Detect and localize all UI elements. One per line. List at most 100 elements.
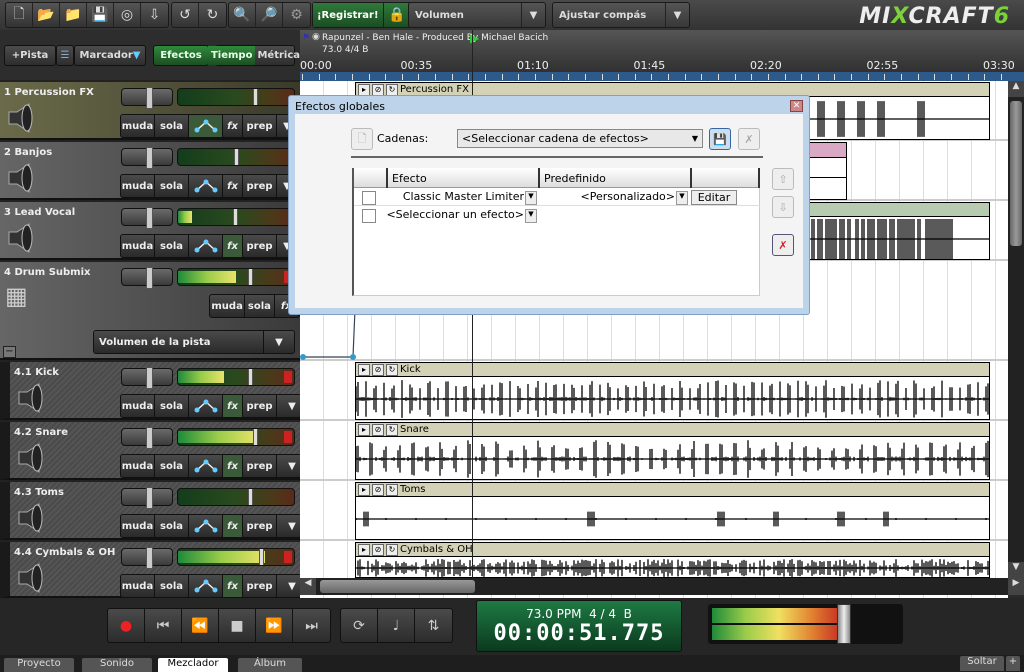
pan-slider[interactable] — [121, 267, 173, 289]
track-name[interactable]: 2 Banjos — [4, 147, 52, 158]
audio-clip[interactable]: ▸ ⊘ ↻ Snare — [355, 422, 990, 480]
track-name[interactable]: 3 Lead Vocal — [4, 207, 75, 218]
fast-forward-icon[interactable]: ⏩ — [256, 609, 293, 642]
rewind-icon[interactable]: ⏪ — [182, 609, 219, 642]
horizontal-scroll-thumb[interactable] — [320, 580, 475, 593]
fx-button[interactable]: fx — [223, 115, 243, 137]
close-icon[interactable]: ✕ — [790, 100, 803, 112]
clip-header[interactable]: ▸ ⊘ ↻ Cymbals & OH — [356, 543, 989, 557]
loop-clip-icon[interactable]: ↻ — [386, 483, 398, 496]
tab-mezclador[interactable]: Mezclador — [158, 658, 228, 672]
solo-button[interactable]: sola — [155, 455, 189, 477]
prep-button[interactable]: prep — [243, 575, 277, 597]
edit-effect-button[interactable]: Editar — [691, 190, 737, 205]
solo-button[interactable]: sola — [155, 395, 189, 417]
effect-enabled-checkbox[interactable] — [362, 209, 376, 223]
tab-album[interactable]: Álbum — [238, 658, 302, 672]
master-volume[interactable] — [708, 604, 903, 644]
delete-chain-icon[interactable]: ✗ — [738, 128, 760, 150]
metric-option[interactable]: Métrica — [255, 50, 302, 61]
automation-icon[interactable] — [189, 175, 223, 197]
pan-slider[interactable] — [121, 547, 173, 569]
punch-icon[interactable]: ⇅ — [415, 609, 452, 642]
go-to-end-icon[interactable]: ⏭ — [293, 609, 330, 642]
track-header[interactable]: 4.3 Toms muda sola fx prep ▼ — [0, 482, 308, 540]
volume-knob[interactable] — [253, 89, 259, 105]
mute-clip-icon[interactable]: ⊘ — [372, 483, 384, 496]
preset-name[interactable]: <Personalizado> — [538, 190, 675, 203]
save-icon[interactable]: 💾 — [87, 3, 114, 27]
solo-button[interactable]: sola — [155, 575, 189, 597]
play-clip-icon[interactable]: ▸ — [358, 83, 370, 96]
clip-header[interactable]: ▸ ⊘ ↻ Snare — [356, 423, 989, 437]
fx-button[interactable]: fx — [223, 575, 243, 597]
volume-knob[interactable] — [247, 269, 253, 285]
zoom-out-icon[interactable]: 🔎 — [256, 3, 283, 27]
undock-button[interactable]: Soltar — [960, 656, 1004, 671]
audio-clip[interactable]: ▸ ⊘ ↻ Kick — [355, 362, 990, 420]
audio-clip[interactable]: ▸ ⊘ ↻ Toms — [355, 482, 990, 540]
fx-button[interactable]: fx — [223, 175, 243, 197]
collapse-icon[interactable]: − — [3, 346, 16, 358]
mute-clip-icon[interactable]: ⊘ — [372, 543, 384, 556]
effects-button[interactable]: Efectos — [153, 45, 209, 66]
zoom-in-icon[interactable]: 🔍 — [229, 3, 256, 27]
snap-dropdown[interactable]: Ajustar compás ▼ — [552, 2, 690, 28]
volume-slider[interactable] — [177, 488, 295, 506]
volume-knob[interactable] — [259, 549, 265, 565]
new-icon[interactable]: 🗋 — [6, 3, 33, 27]
undo-icon[interactable]: ↺ — [172, 3, 199, 27]
automation-icon[interactable] — [189, 395, 223, 417]
track-header[interactable]: 1 Percussion FX muda sola fx prep ▼ — [0, 82, 300, 140]
horizontal-scrollbar[interactable]: ◀ ▶ — [300, 578, 1024, 595]
scroll-down-icon[interactable]: ▼ — [1008, 562, 1024, 578]
solo-button[interactable]: sola — [155, 235, 189, 257]
prep-button[interactable]: prep — [243, 395, 277, 417]
prep-button[interactable]: prep — [243, 235, 277, 257]
fx-button[interactable]: fx — [223, 515, 243, 537]
move-up-icon[interactable]: ⇧ — [772, 168, 794, 190]
prep-button[interactable]: prep — [243, 455, 277, 477]
prep-button[interactable]: prep — [243, 515, 277, 537]
mute-button[interactable]: muda — [121, 395, 155, 417]
time-ruler[interactable] — [300, 72, 1024, 81]
master-volume-slider[interactable] — [836, 604, 851, 644]
clip-header[interactable]: ▸ ⊘ ↻ Toms — [356, 483, 989, 497]
record-icon[interactable]: ● — [108, 609, 145, 642]
tab-proyecto[interactable]: Proyecto — [4, 658, 74, 672]
audio-clip[interactable]: ▸ ⊘ ↻ Cymbals & OH — [355, 542, 990, 578]
export-icon[interactable]: ⇩ — [141, 3, 168, 27]
mute-button[interactable]: muda — [121, 115, 155, 137]
track-name[interactable]: 4.3 Toms — [14, 487, 64, 498]
pan-slider[interactable] — [121, 367, 173, 389]
add-track-button[interactable]: +Pista — [4, 45, 56, 66]
solo-button[interactable]: sola — [155, 515, 189, 537]
play-clip-icon[interactable]: ▸ — [358, 423, 370, 436]
volume-slider[interactable] — [177, 148, 295, 166]
automation-icon[interactable] — [189, 455, 223, 477]
volume-knob[interactable] — [232, 209, 238, 225]
effect-name[interactable]: Classic Master Limiter — [386, 190, 524, 203]
volume-slider[interactable] — [177, 88, 295, 106]
open-music-icon[interactable]: 📁 — [60, 3, 87, 27]
volume-slider[interactable] — [177, 208, 295, 226]
track-name[interactable]: 4.4 Cymbals & OH — [14, 547, 115, 558]
pan-slider[interactable] — [121, 207, 173, 229]
effect-enabled-checkbox[interactable] — [362, 191, 376, 205]
tab-sonido[interactable]: Sonido — [82, 658, 152, 672]
mute-clip-icon[interactable]: ⊘ — [372, 363, 384, 376]
volume-knob[interactable] — [233, 149, 239, 165]
play-clip-icon[interactable]: ▸ — [358, 543, 370, 556]
vertical-scroll-thumb[interactable] — [1010, 101, 1022, 246]
automation-point[interactable] — [300, 354, 306, 360]
volume-slider[interactable] — [177, 268, 295, 286]
redo-icon[interactable]: ↻ — [199, 3, 226, 27]
track-name[interactable]: 4.1 Kick — [14, 367, 59, 378]
new-chain-icon[interactable]: 🗋 — [351, 128, 373, 150]
mute-button[interactable]: muda — [121, 235, 155, 257]
lock-icon[interactable]: 🔒 — [383, 3, 411, 27]
track-name[interactable]: 4 Drum Submix — [4, 267, 90, 278]
track-header[interactable]: 2 Banjos muda sola fx prep ▼ — [0, 142, 300, 200]
prep-button[interactable]: prep — [243, 115, 277, 137]
track-header[interactable]: 4.1 Kick muda sola fx prep ▼ — [0, 362, 308, 420]
